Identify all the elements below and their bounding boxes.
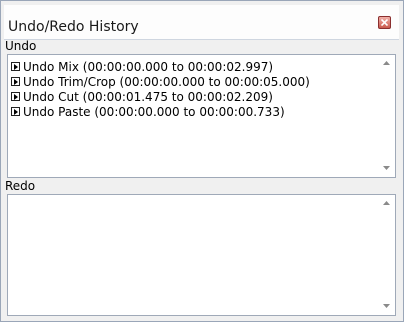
undo-redo-history-panel: Undo/Redo History Undo Undo Mix (00:00:0…	[0, 0, 404, 322]
close-button[interactable]	[378, 16, 391, 29]
panel-titlebar: Undo/Redo History	[4, 5, 399, 40]
undo-scrollbar[interactable]	[378, 55, 395, 177]
redo-list[interactable]	[7, 194, 396, 316]
chevron-down-icon	[383, 166, 390, 170]
undo-item-label: Undo Mix (00:00:00.000 to 00:00:02.997)	[23, 60, 274, 74]
redo-scrollbar[interactable]	[378, 195, 395, 315]
scroll-up-button[interactable]	[378, 55, 395, 72]
scroll-down-button[interactable]	[378, 298, 395, 315]
expand-arrow-icon[interactable]	[11, 92, 20, 101]
expand-arrow-icon[interactable]	[11, 62, 20, 71]
chevron-down-icon	[383, 304, 390, 308]
redo-section-label: Redo	[5, 179, 36, 193]
undo-section-label: Undo	[5, 39, 37, 53]
redo-list-content	[8, 195, 378, 315]
undo-item-label: Undo Trim/Crop (00:00:00.000 to 00:00:05…	[23, 75, 310, 89]
undo-list-content: Undo Mix (00:00:00.000 to 00:00:02.997) …	[8, 55, 378, 177]
chevron-up-icon	[383, 61, 390, 65]
expand-arrow-icon[interactable]	[11, 107, 20, 116]
chevron-up-icon	[383, 201, 390, 205]
undo-item-label: Undo Paste (00:00:00.000 to 00:00:00.733…	[23, 105, 285, 119]
expand-arrow-icon[interactable]	[11, 77, 20, 86]
panel-title: Undo/Redo History	[8, 19, 139, 35]
close-icon	[381, 19, 388, 26]
scroll-down-button[interactable]	[378, 160, 395, 177]
undo-list[interactable]: Undo Mix (00:00:00.000 to 00:00:02.997) …	[7, 54, 396, 178]
undo-item-label: Undo Cut (00:00:01.475 to 00:00:02.209)	[23, 90, 273, 104]
scroll-up-button[interactable]	[378, 195, 395, 212]
